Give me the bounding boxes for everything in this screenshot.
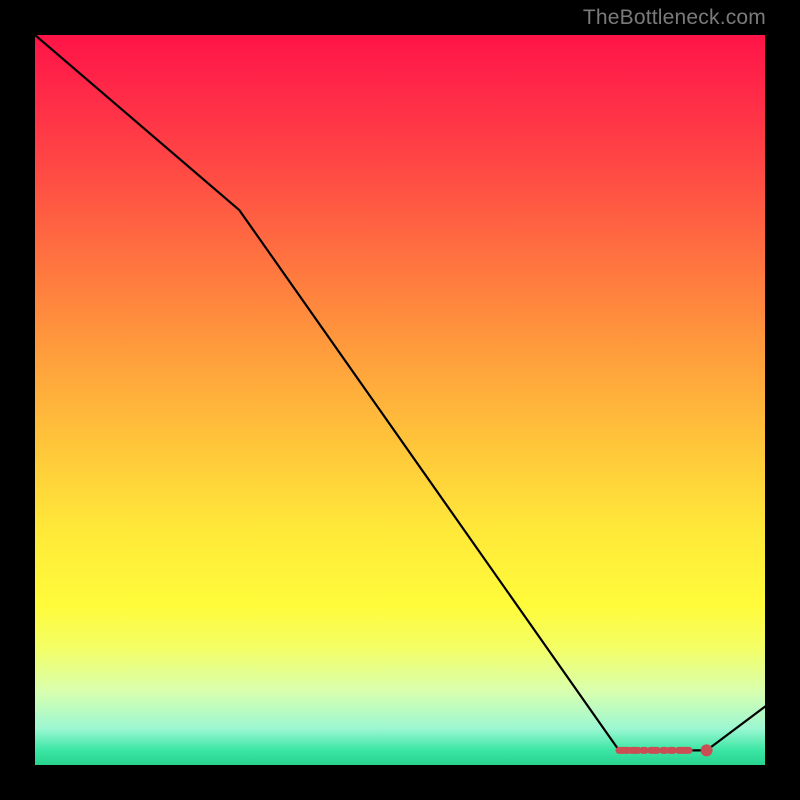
bottleneck-curve [35,35,765,750]
chart-frame: TheBottleneck.com [0,0,800,800]
chart-svg [35,35,765,765]
highlight-endpoint [701,744,713,756]
watermark-text: TheBottleneck.com [583,6,766,30]
